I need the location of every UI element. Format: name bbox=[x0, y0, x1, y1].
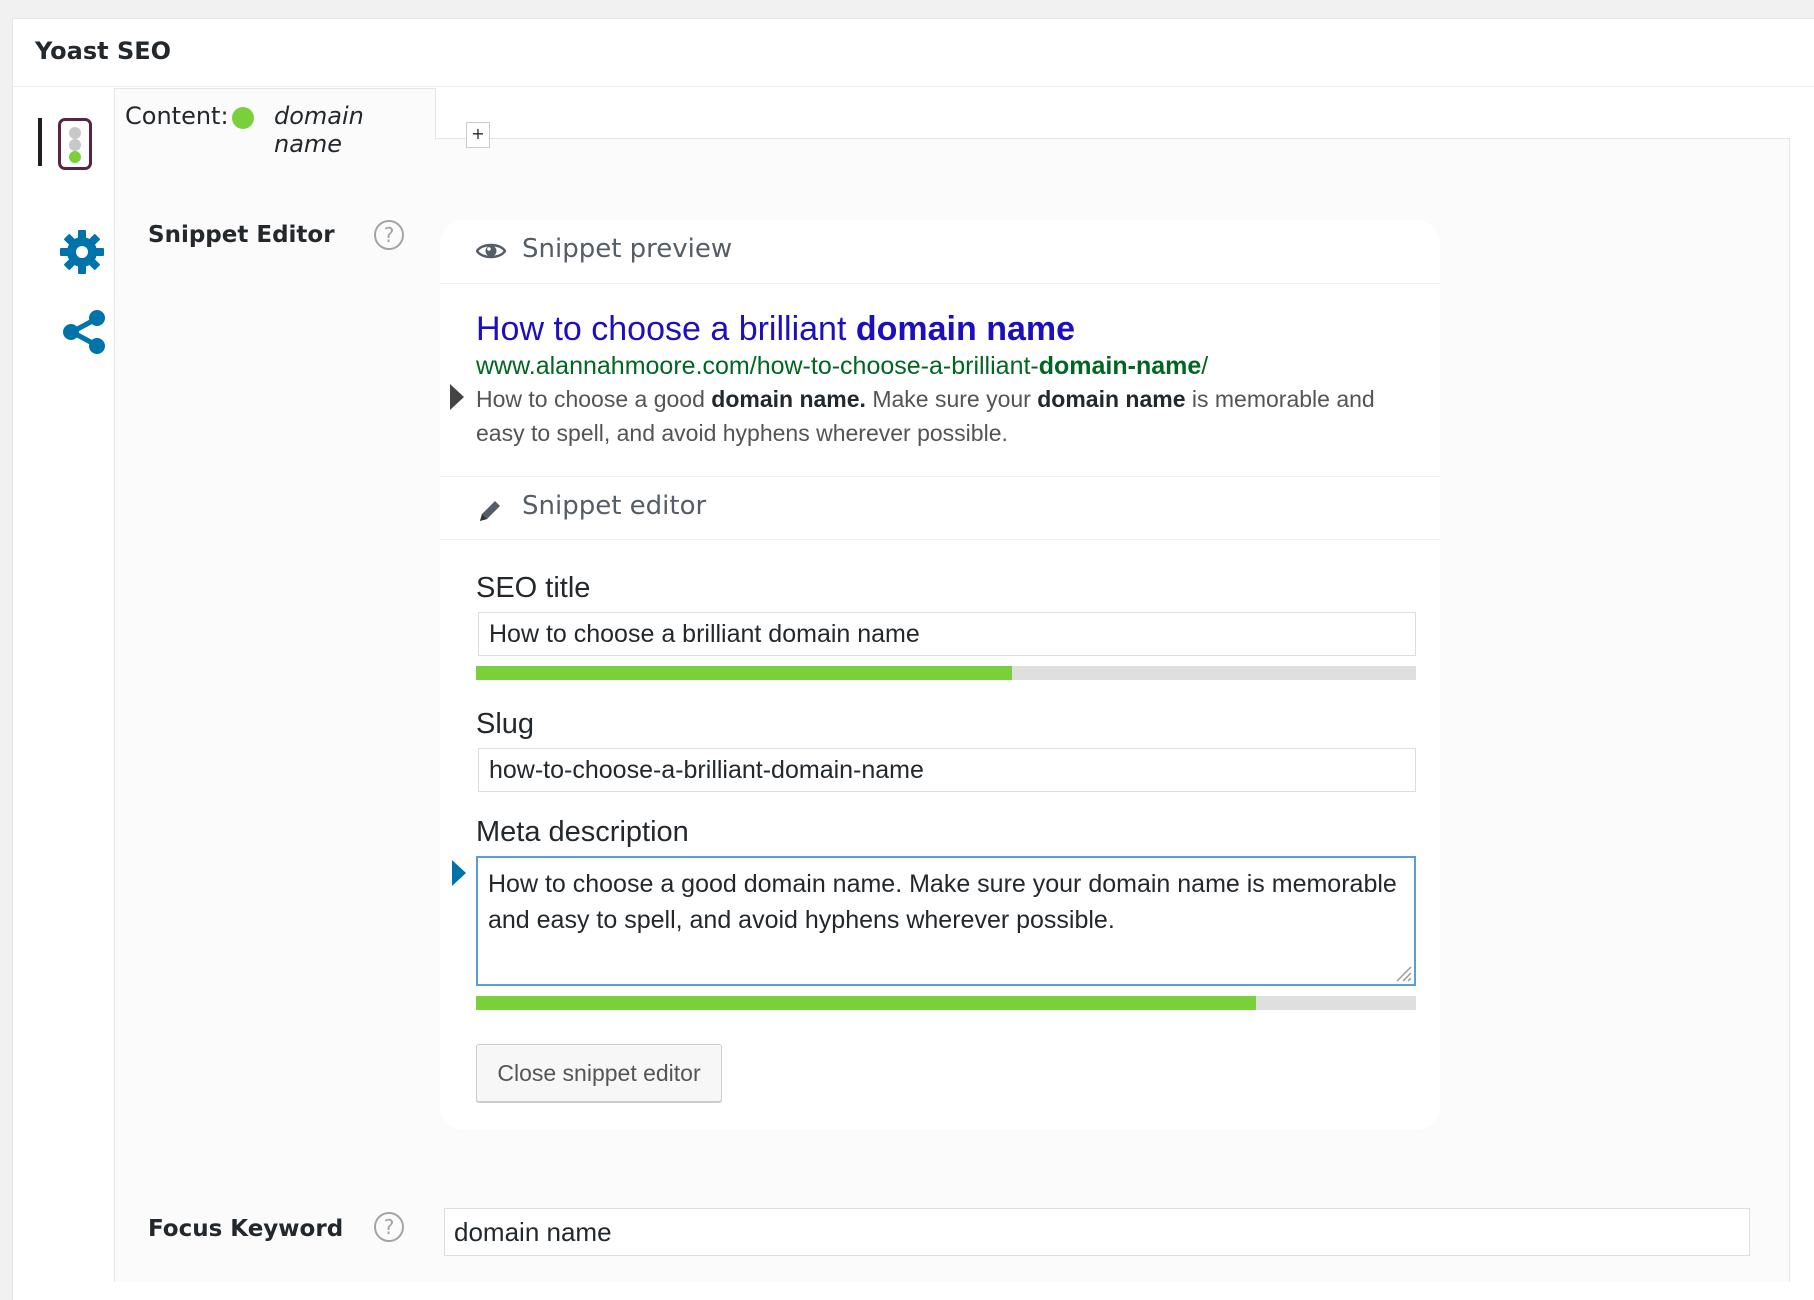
gear-icon bbox=[60, 230, 104, 274]
eye-icon bbox=[476, 243, 506, 259]
traffic-light-icon bbox=[58, 118, 92, 170]
side-tab-readability[interactable] bbox=[34, 118, 114, 174]
seo-title-input[interactable]: How to choose a brilliant domain name bbox=[478, 612, 1416, 656]
close-snippet-editor-button[interactable]: Close snippet editor bbox=[476, 1044, 722, 1102]
tab-content-label: Content: bbox=[125, 102, 229, 130]
keyword-score-dot bbox=[232, 107, 254, 129]
meta-description-textarea[interactable]: How to choose a good domain name. Make s… bbox=[476, 856, 1416, 986]
meta-description-text: How to choose a good domain name. Make s… bbox=[488, 870, 1397, 934]
snippet-editor-label: Snippet Editor bbox=[148, 222, 335, 248]
description-caret-icon bbox=[450, 384, 464, 410]
seo-title-progress-fill bbox=[476, 666, 1012, 680]
seo-title-progress bbox=[476, 666, 1416, 680]
snippet-preview-heading: Snippet preview bbox=[522, 234, 733, 264]
meta-description-label: Meta description bbox=[476, 816, 689, 848]
meta-description-caret-icon bbox=[452, 860, 466, 886]
snippet-editor-toggle[interactable]: Snippet editor bbox=[440, 476, 1440, 540]
serp-description[interactable]: How to choose a good domain name. Make s… bbox=[476, 382, 1416, 450]
tab-content-keyword[interactable]: Content: domain name bbox=[114, 88, 436, 158]
meta-description-progress bbox=[476, 996, 1416, 1010]
side-tab-social[interactable] bbox=[60, 308, 108, 356]
meta-description-progress-fill bbox=[476, 996, 1257, 1010]
focus-keyword-label: Focus Keyword bbox=[148, 1216, 344, 1242]
snippet-preview-toggle[interactable]: Snippet preview bbox=[440, 220, 1440, 284]
active-tab-indicator bbox=[38, 118, 42, 166]
slug-input[interactable]: how-to-choose-a-brilliant-domain-name bbox=[478, 748, 1416, 792]
metabox-title: Yoast SEO bbox=[35, 37, 172, 65]
focus-keyword-help-icon[interactable]: ? bbox=[374, 1212, 404, 1242]
serp-title[interactable]: How to choose a brilliant domain name bbox=[476, 310, 1075, 349]
focus-keyword-input[interactable]: domain name bbox=[444, 1208, 1750, 1256]
share-icon bbox=[63, 310, 105, 354]
slug-label: Slug bbox=[476, 708, 535, 740]
add-keyword-button[interactable]: + bbox=[466, 122, 490, 148]
side-tab-advanced[interactable] bbox=[58, 228, 106, 276]
tab-keyword-text: domain name bbox=[274, 102, 364, 158]
resize-grip-icon[interactable] bbox=[1394, 964, 1412, 982]
snippet-editor-help-icon[interactable]: ? bbox=[374, 220, 404, 250]
serp-url[interactable]: www.alannahmoore.com/how-to-choose-a-bri… bbox=[476, 352, 1208, 381]
metabox-header[interactable]: Yoast SEO bbox=[13, 19, 1814, 87]
seo-title-label: SEO title bbox=[476, 572, 591, 604]
snippet-editor-heading: Snippet editor bbox=[522, 491, 707, 521]
pencil-icon bbox=[480, 501, 500, 521]
snippet-panel: Snippet preview How to choose a brillian… bbox=[440, 220, 1440, 1130]
